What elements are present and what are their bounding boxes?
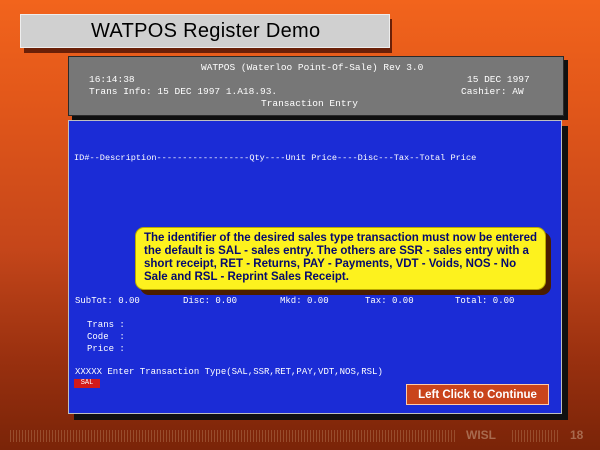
title-bar: WATPOS Register Demo xyxy=(20,14,390,48)
price-field-label: Price : xyxy=(87,344,125,354)
app-title: WATPOS (Waterloo Point-Of-Sale) Rev 3.0 xyxy=(201,62,424,73)
continue-button[interactable]: Left Click to Continue xyxy=(406,384,549,405)
trans-info: Trans Info: 15 DEC 1997 1.A18.93. xyxy=(89,86,278,97)
disc-value: Disc: 0.00 xyxy=(183,296,238,306)
total-value: Total: 0.00 xyxy=(455,296,515,306)
subtotal-value: SubTot: 0.00 xyxy=(75,296,140,306)
help-tooltip: The identifier of the desired sales type… xyxy=(135,227,546,290)
transaction-type-input[interactable]: SAL xyxy=(74,379,100,388)
column-header: ID#--Description------------------Qty---… xyxy=(74,153,477,163)
footer-label: WISL xyxy=(466,428,496,442)
header-date: 15 DEC 1997 xyxy=(467,74,530,85)
footer-decoration-right xyxy=(512,430,558,442)
cashier-info: Cashier: AW xyxy=(461,86,524,97)
tax-value: Tax: 0.00 xyxy=(365,296,414,306)
footer-decoration-left xyxy=(10,430,455,442)
transaction-type-prompt: XXXXX Enter Transaction Type(SAL,SSR,RET… xyxy=(75,367,383,377)
page-number: 18 xyxy=(570,428,584,442)
header-time: 16:14:38 xyxy=(89,74,135,85)
slide-title: WATPOS Register Demo xyxy=(91,19,321,42)
screen-name: Transaction Entry xyxy=(261,98,358,109)
code-field-label: Code : xyxy=(87,332,125,342)
pos-header-panel: WATPOS (Waterloo Point-Of-Sale) Rev 3.0 … xyxy=(68,56,564,116)
mkd-value: Mkd: 0.00 xyxy=(280,296,329,306)
trans-field-label: Trans : xyxy=(87,320,125,330)
